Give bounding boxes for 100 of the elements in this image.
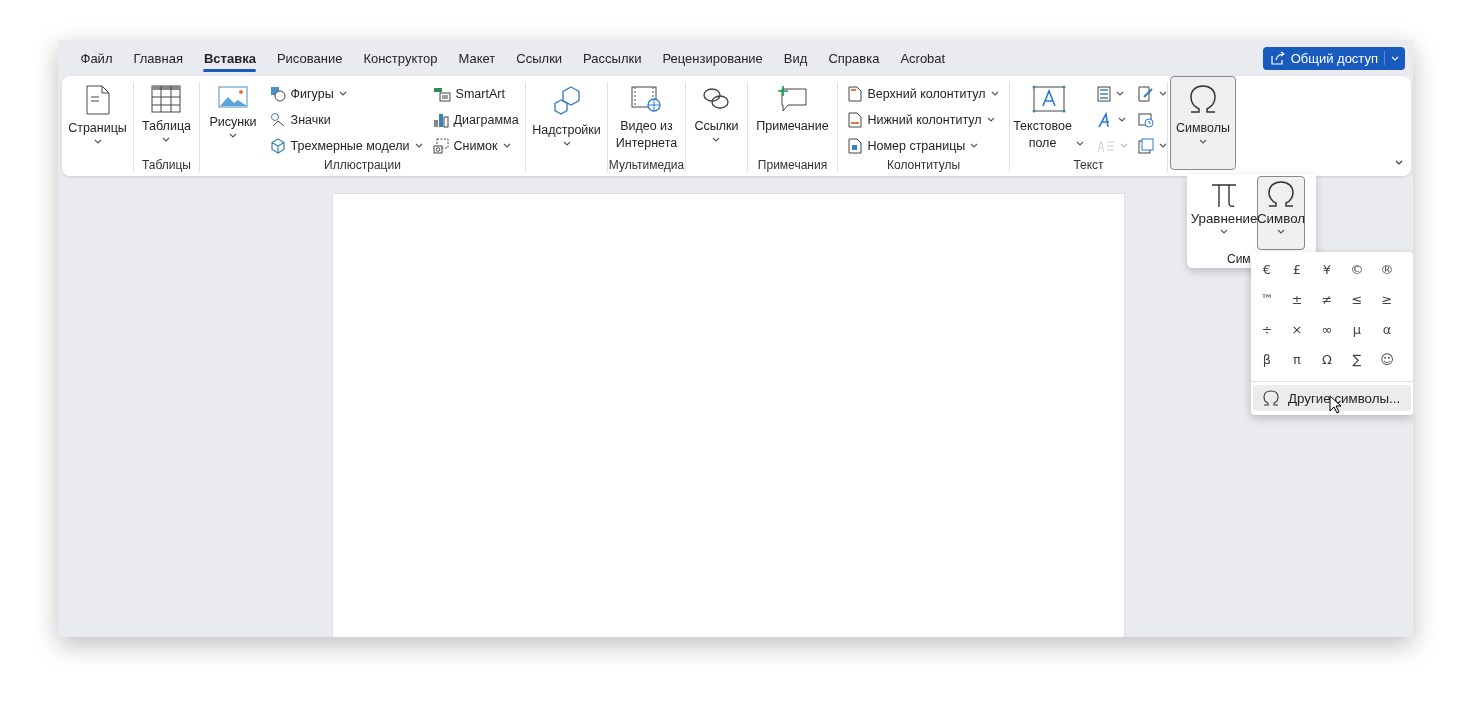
ribbon-tab[interactable]: Конструктор <box>352 44 448 72</box>
ribbon-button[interactable]: Надстройки <box>526 80 607 154</box>
group-label: Текст <box>1073 158 1104 172</box>
ribbon-button[interactable]: Символы <box>1169 76 1237 170</box>
page-icon <box>84 85 111 115</box>
chevron-icon <box>562 141 571 146</box>
symbol-item[interactable]: ∑ <box>1342 344 1372 374</box>
cube-icon <box>269 137 286 154</box>
bar-chart-icon <box>432 111 449 128</box>
ribbon-tab[interactable]: Рисование <box>266 44 353 72</box>
smartart-icon <box>432 85 451 102</box>
ribbon-button[interactable]: Видео из Интернета <box>609 80 684 154</box>
group-label: Иллюстрации <box>324 158 401 172</box>
symbol-item[interactable]: £ <box>1282 254 1312 284</box>
chevron-icon <box>986 117 995 122</box>
ribbon-button[interactable]: Трехмерные модели <box>266 134 426 157</box>
ribbon-button[interactable]: SmartArt <box>429 82 522 105</box>
text-box-icon <box>1031 85 1066 113</box>
chevron-icon <box>1075 141 1084 146</box>
header-icon <box>848 85 863 102</box>
chevron-icon <box>712 137 721 142</box>
symbol-item[interactable]: ≤ <box>1342 284 1372 314</box>
ribbon-button[interactable]: Верхний колонтитул <box>845 82 1002 105</box>
symbol-item[interactable]: ≠ <box>1312 284 1342 314</box>
ribbon-tab[interactable]: Справка <box>817 44 890 72</box>
symbol-item[interactable]: ™ <box>1252 284 1282 314</box>
symbol-item[interactable]: ¥ <box>1312 254 1342 284</box>
hexagon-icon <box>551 85 582 117</box>
omega-icon <box>1188 83 1218 115</box>
group-label: Колонтитулы <box>887 158 960 172</box>
collapse-ribbon-icon[interactable] <box>1395 160 1403 165</box>
chevron-icon <box>1199 139 1207 144</box>
chevron-icon <box>502 143 511 148</box>
quick-parts-icon <box>1096 85 1111 102</box>
symbol-item[interactable]: β <box>1252 344 1282 374</box>
ribbon-button[interactable]: Нижний колонтитул <box>845 108 1002 131</box>
ribbon-button[interactable]: Диаграмма <box>429 108 522 131</box>
symbol-item[interactable]: ÷ <box>1252 314 1282 344</box>
ribbon-button[interactable]: Ссылки <box>688 80 745 154</box>
ribbon-tab[interactable]: Главная <box>122 44 194 72</box>
ribbon-button[interactable]: Примечание <box>750 80 835 154</box>
ribbon-button[interactable]: Рисунки <box>203 80 263 154</box>
symbol-item[interactable]: α <box>1372 314 1402 344</box>
chevron-icon <box>1220 229 1228 234</box>
chevron-icon <box>1117 117 1126 122</box>
symbol-item[interactable]: ≥ <box>1372 284 1402 314</box>
object-icon <box>1137 137 1154 154</box>
shapes-icon <box>269 85 286 102</box>
camera-icon <box>432 137 449 154</box>
ribbon-tab[interactable]: Вид <box>773 44 818 72</box>
symbol-item[interactable]: π <box>1282 344 1312 374</box>
ribbon-button[interactable]: Снимок <box>429 134 522 157</box>
omega-icon <box>1263 390 1279 406</box>
ribbon-tab[interactable]: Макет <box>448 44 506 72</box>
ribbon-button[interactable]: Значки <box>266 108 426 131</box>
ribbon-button[interactable]: Таблица <box>136 80 197 154</box>
date-time-icon <box>1137 111 1154 128</box>
chevron-icon <box>1277 229 1285 234</box>
ribbon-button[interactable]: Текстовое поле <box>1007 80 1090 154</box>
share-button[interactable]: Общий доступ <box>1262 46 1405 70</box>
symbol-item[interactable]: ☺ <box>1372 344 1402 374</box>
chevron-icon <box>1158 91 1167 96</box>
icons-icon <box>269 111 286 128</box>
symbol-item[interactable]: € <box>1252 254 1282 284</box>
picture-icon <box>218 85 248 109</box>
chevron-icon <box>990 91 999 96</box>
ribbon-tab[interactable]: Рассылки <box>572 44 652 72</box>
group-label: Мультимедиа <box>608 158 685 172</box>
ribbon-tab[interactable]: Ссылки <box>505 44 573 72</box>
chevron-icon <box>1119 143 1128 148</box>
ribbon-button[interactable]: Страницы <box>62 80 133 154</box>
ribbon-tab[interactable]: Acrobat <box>889 44 956 72</box>
symbol-item[interactable]: µ <box>1342 314 1372 344</box>
chevron-icon <box>1158 143 1167 148</box>
symbol-item[interactable]: © <box>1342 254 1372 284</box>
ribbon-button[interactable]: Номер страницы <box>845 134 1002 157</box>
group-label: Сим <box>1226 252 1252 266</box>
chevron-icon <box>970 143 979 148</box>
group-label: Примечания <box>757 158 828 172</box>
chevron-icon <box>162 137 171 142</box>
ribbon-tab[interactable]: Рецензирование <box>651 44 774 72</box>
ribbon-tab[interactable]: Файл <box>70 44 123 72</box>
symbol-item[interactable]: Ω <box>1312 344 1342 374</box>
chevron-icon <box>229 133 237 138</box>
ribbon-button[interactable]: Символ <box>1257 176 1305 250</box>
comment-icon <box>776 85 809 113</box>
symbol-item[interactable]: ∞ <box>1312 314 1342 344</box>
chevron-icon <box>338 91 347 96</box>
ribbon-button[interactable]: Фигуры <box>266 82 426 105</box>
table-icon <box>151 85 182 113</box>
chevron-icon <box>414 143 423 148</box>
chevron-icon <box>1391 55 1399 61</box>
symbol-item[interactable]: × <box>1282 314 1312 344</box>
drop-cap-icon <box>1096 138 1115 153</box>
symbol-item[interactable]: ± <box>1282 284 1312 314</box>
more-symbols-item[interactable]: Другие символы... <box>1253 385 1411 411</box>
ribbon-tab[interactable]: Вставка <box>193 44 267 72</box>
video-globe-icon <box>630 85 663 113</box>
symbol-item[interactable]: ® <box>1372 254 1402 284</box>
chevron-icon <box>1115 91 1124 96</box>
